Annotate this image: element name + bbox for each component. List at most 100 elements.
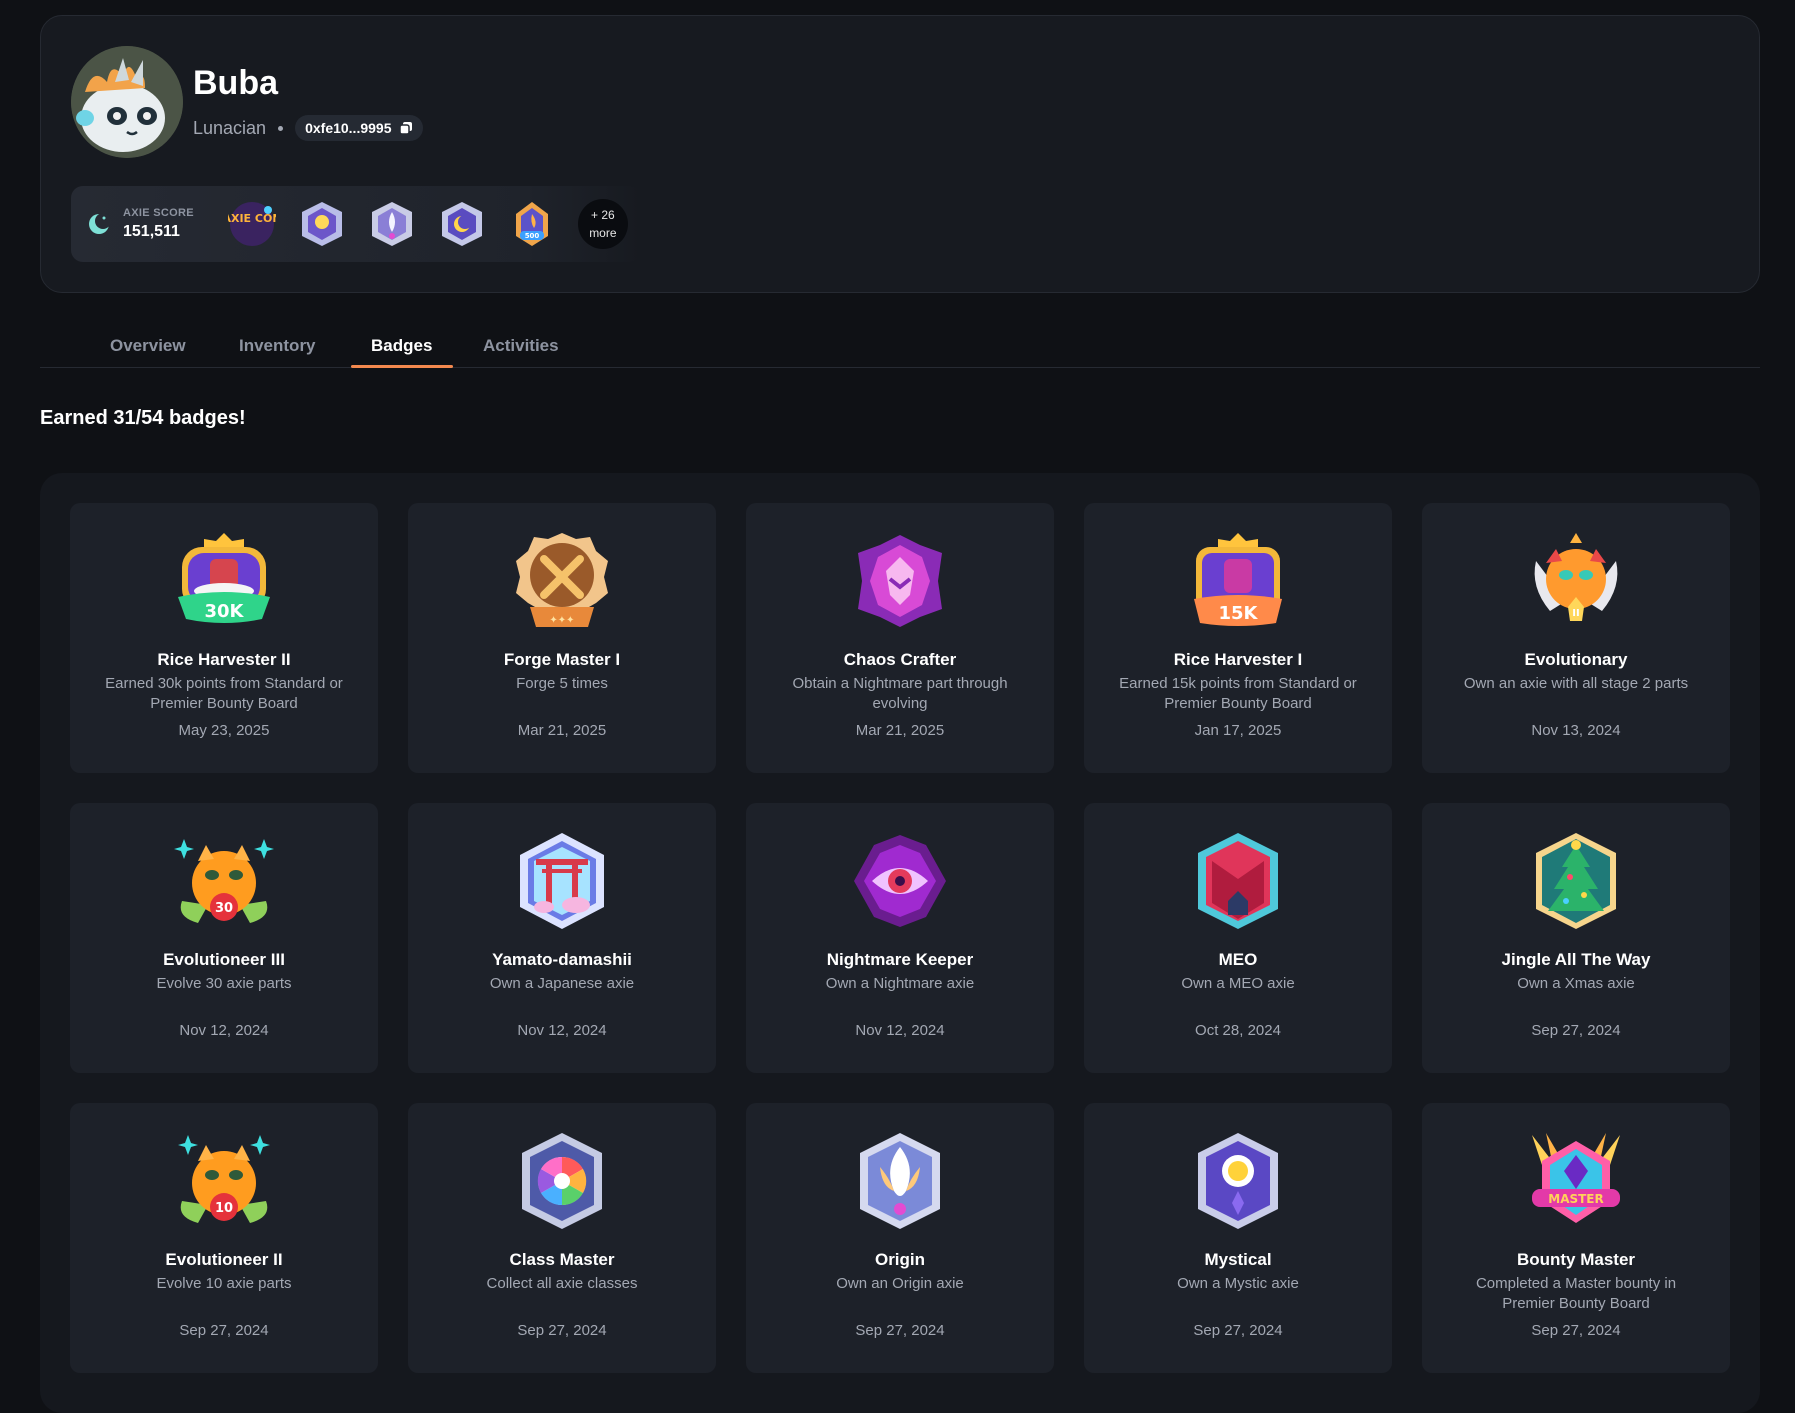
tab-badges[interactable]: Badges (371, 336, 432, 356)
axie-score-moon-icon (89, 213, 111, 234)
badge-description: Evolve 30 axie parts (156, 975, 292, 992)
wallet-address-chip[interactable]: 0xfe10...9995 (295, 115, 424, 141)
meo-shield-icon (1198, 833, 1278, 929)
master-text: MASTER (1548, 1192, 1604, 1206)
svg-text:II: II (1572, 608, 1579, 619)
badge-title: Evolutionary (1524, 650, 1628, 669)
500-text: 500 (525, 232, 540, 240)
badge-description: Completed a Master bounty in Premier Bou… (1475, 1275, 1677, 1312)
chaos-crafter-icon (858, 535, 942, 627)
badge-date: Nov 12, 2024 (855, 1022, 945, 1039)
evolutionary-icon: II (1534, 533, 1618, 621)
mystical-icon (1198, 1133, 1278, 1229)
badge-card[interactable]: Yamato-damashii Own a Japanese axie Nov … (408, 803, 716, 1073)
tab-overview[interactable]: Overview (110, 336, 186, 356)
badge-date: May 23, 2025 (178, 722, 270, 739)
badge-description: Earned 15k points from Standard or Premi… (1119, 675, 1357, 712)
badge-card[interactable]: MASTER Bounty Master Completed a Master … (1422, 1103, 1730, 1373)
badge-description: Own an Origin axie (836, 1275, 964, 1292)
profile-card: Buba Lunacian 0xfe10...9995 AXIE SCORE 1… (40, 15, 1760, 293)
active-tab-indicator (351, 365, 453, 368)
origin-shield-icon[interactable] (368, 200, 416, 248)
moon-shield-icon[interactable] (438, 200, 486, 248)
badge-description: Evolve 10 axie parts (156, 1275, 292, 1292)
badge-card[interactable]: Origin Own an Origin axie Sep 27, 2024 (746, 1103, 1054, 1373)
axie-score-bar: AXIE SCORE 151,511 AXIE CON (71, 186, 641, 262)
badges-grid: 30K Rice Harvester II Earned 30k points … (70, 503, 1730, 1373)
featured-badges: AXIE CON (228, 200, 556, 248)
15k-text: 15K (1219, 603, 1259, 624)
tab-inventory[interactable]: Inventory (239, 336, 316, 356)
svg-text:✦✦✦: ✦✦✦ (549, 615, 574, 626)
badge-description: Own a Nightmare axie (825, 975, 975, 992)
badge-date: Jan 17, 2025 (1194, 722, 1282, 739)
axie-score-label: AXIE SCORE (123, 207, 194, 219)
forge-hammers-icon: ✦✦✦ (516, 533, 608, 627)
torii-gate-icon (520, 833, 604, 929)
evolutioneer-30-icon: 30 (174, 839, 274, 923)
badge-card[interactable]: Chaos Crafter Obtain a Nightmare part th… (746, 503, 1054, 773)
10-text: 10 (215, 1201, 233, 1216)
badge-date: Mar 21, 2025 (855, 722, 945, 739)
badge-date: Sep 27, 2024 (1531, 1022, 1621, 1039)
badge-date: Nov 13, 2024 (1531, 722, 1621, 739)
badge-card[interactable]: 30 Evolutioneer III Evolve 30 axie parts… (70, 803, 378, 1073)
profile-tabs: Overview Inventory Badges Activities (40, 320, 1760, 368)
profile-role: Lunacian (193, 117, 267, 138)
badge-title: Bounty Master (1516, 1250, 1636, 1269)
badge-date: Sep 27, 2024 (179, 1322, 269, 1339)
badge-date: Sep 27, 2024 (1193, 1322, 1283, 1339)
badge-title: Chaos Crafter (843, 650, 957, 669)
badge-title: Nightmare Keeper (826, 950, 974, 969)
badge-title: Evolutioneer III (163, 950, 285, 969)
badge-card[interactable]: MEO Own a MEO axie Oct 28, 2024 (1084, 803, 1392, 1073)
badge-title: Jingle All The Way (1501, 950, 1651, 969)
rice-harvester-30k-icon: 30K (178, 533, 270, 623)
badge-date: Mar 21, 2025 (517, 722, 607, 739)
badge-card[interactable]: II Evolutionary Own an axie with all sta… (1422, 503, 1730, 773)
xmas-tree-icon (1536, 833, 1616, 929)
30k-text: 30K (205, 601, 245, 622)
badge-card[interactable]: Nightmare Keeper Own a Nightmare axie No… (746, 803, 1054, 1073)
badge-description: Own a Japanese axie (489, 975, 635, 992)
badge-title: Origin (874, 1250, 926, 1269)
badge-description: Own an axie with all stage 2 parts (1463, 675, 1689, 692)
badge-card[interactable]: Mystical Own a Mystic axie Sep 27, 2024 (1084, 1103, 1392, 1373)
origin-icon (860, 1133, 940, 1229)
badge-card[interactable]: ✦✦✦ Forge Master I Forge 5 times Mar 21,… (408, 503, 716, 773)
evolutioneer-10-icon: 10 (178, 1135, 270, 1223)
badge-date: Sep 27, 2024 (855, 1322, 945, 1339)
badge-card[interactable]: Jingle All The Way Own a Xmas axie Sep 2… (1422, 803, 1730, 1073)
axiecon-text: AXIE CON (228, 212, 276, 225)
badges-panel: 30K Rice Harvester II Earned 30k points … (40, 473, 1760, 1413)
axie-score: AXIE SCORE 151,511 (123, 207, 194, 241)
mystic-shield-icon[interactable] (298, 200, 346, 248)
badge-description: Obtain a Nightmare part through evolving (792, 675, 1008, 712)
separator-dot (278, 125, 284, 131)
badge-card[interactable]: Class Master Collect all axie classes Se… (408, 1103, 716, 1373)
axiecon-badge-icon[interactable]: AXIE CON (228, 200, 276, 248)
badge-card[interactable]: 30K Rice Harvester II Earned 30k points … (70, 503, 378, 773)
500-flame-icon[interactable]: 500 (508, 200, 556, 248)
bounty-master-icon: MASTER (1532, 1133, 1620, 1223)
more-count: + 26 (591, 208, 615, 222)
avatar (71, 46, 183, 158)
tab-activities[interactable]: Activities (483, 336, 559, 356)
badge-title: Rice Harvester II (157, 650, 291, 669)
badge-title: Mystical (1204, 1250, 1272, 1269)
badge-card[interactable]: 15K Rice Harvester I Earned 15k points f… (1084, 503, 1392, 773)
badge-card[interactable]: 10 Evolutioneer II Evolve 10 axie parts … (70, 1103, 378, 1373)
earned-badges-count: Earned 31/54 badges! (40, 407, 246, 429)
profile-name: Buba (193, 64, 278, 102)
rice-harvester-15k-icon: 15K (1194, 533, 1282, 626)
badge-description: Earned 30k points from Standard or Premi… (105, 675, 343, 712)
badge-description: Own a Xmas axie (1517, 975, 1635, 992)
badge-title: Rice Harvester I (1173, 650, 1303, 669)
copy-icon[interactable] (399, 121, 413, 135)
badge-title: Evolutioneer II (165, 1250, 283, 1269)
class-master-icon (522, 1133, 602, 1229)
badge-date: Nov 12, 2024 (517, 1022, 607, 1039)
more-badges-button[interactable]: + 26 more (577, 199, 628, 249)
badge-description: Own a MEO axie (1181, 975, 1295, 992)
badge-description: Collect all axie classes (486, 1275, 638, 1292)
